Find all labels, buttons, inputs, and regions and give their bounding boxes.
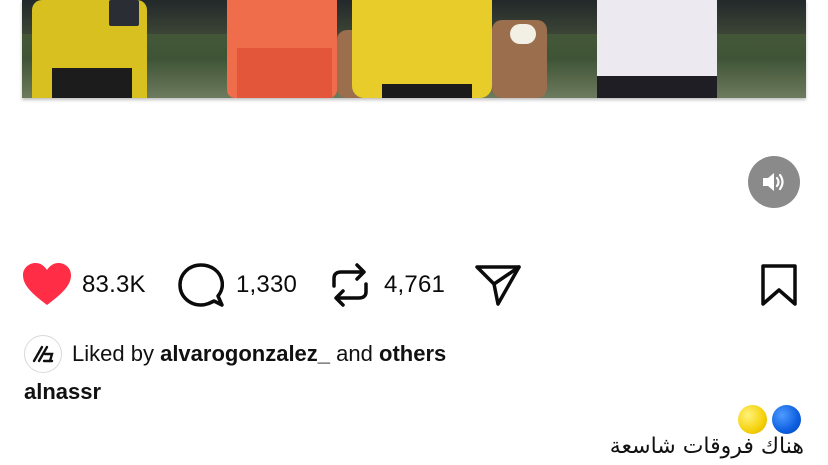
bookmark-icon (761, 264, 797, 306)
liker-avatar[interactable] (24, 335, 62, 373)
comment-button[interactable]: 1,330 (178, 262, 297, 308)
post-caption: هناك فروقات شاسعة (609, 434, 804, 459)
liked-by-others-link[interactable]: others (379, 341, 446, 366)
send-paper-plane-icon (475, 265, 521, 306)
liked-by-prefix: Liked by (72, 341, 154, 366)
liked-by-joiner: and (336, 341, 373, 366)
player-orange (227, 0, 337, 98)
repost-button[interactable]: 4,761 (330, 262, 445, 308)
repost-count: 4,761 (384, 271, 446, 298)
post-author-username[interactable]: alnassr (24, 379, 101, 405)
caption-emoji-row (738, 405, 801, 434)
liked-by-text: Liked by alvarogonzalez_ and others (72, 341, 446, 367)
liked-by-row[interactable]: Liked by alvarogonzalez_ and others (24, 334, 446, 374)
player-yellow-left (32, 0, 147, 98)
like-button[interactable]: 83.3K (22, 262, 146, 308)
comment-bubble-icon (178, 263, 224, 307)
like-count: 83.3K (82, 271, 146, 298)
repost-icon (332, 263, 368, 307)
mute-toggle-button[interactable] (748, 156, 800, 208)
speaker-icon (763, 173, 784, 191)
yellow-circle-emoji (738, 405, 767, 434)
post-video[interactable] (22, 0, 806, 98)
share-button[interactable] (474, 262, 522, 308)
brand-logo-icon (32, 345, 54, 363)
heart-icon (23, 263, 71, 305)
comment-count: 1,330 (236, 271, 298, 298)
player-yellow-center (352, 0, 492, 98)
liked-by-user-link[interactable]: alvarogonzalez_ (160, 341, 330, 366)
blue-circle-emoji (772, 405, 801, 434)
save-bookmark-button[interactable] (760, 262, 798, 308)
player-white (597, 0, 717, 98)
post-action-bar: 83.3K 1,330 4,761 (0, 262, 828, 308)
